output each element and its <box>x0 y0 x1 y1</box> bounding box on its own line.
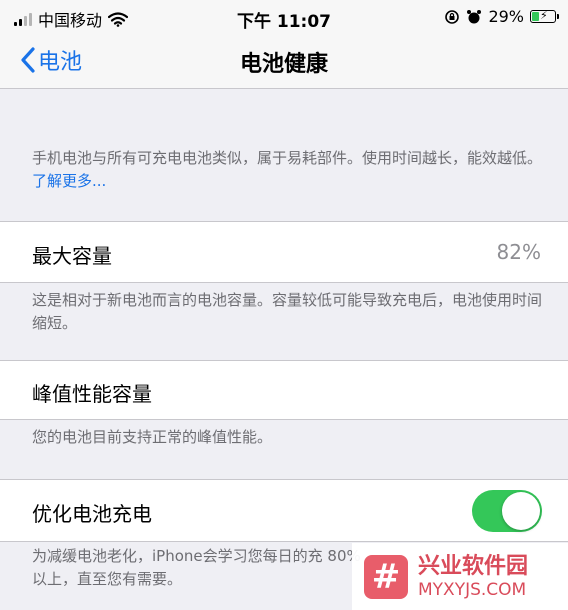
intro-footnote: 手机电池与所有可充电电池类似，属于易耗部件。使用时间越长，能效越低。了解更多..… <box>32 147 542 193</box>
watermark-url: MYXYJS.COM <box>418 579 527 600</box>
learn-more-link[interactable]: 了解更多... <box>32 172 106 190</box>
status-bar: 中国移动 下午 11:07 29% ⚡ <box>0 0 568 34</box>
optimized-charging-footnote: 为减缓电池老化，iPhone会学习您每日的充 80%以上，直至您有需要。 <box>32 547 361 588</box>
battery-charging-icon: ⚡ <box>530 9 559 23</box>
site-watermark: # 兴业软件园 MYXYJS.COM <box>352 543 568 610</box>
max-capacity-row: 最大容量 82% <box>0 221 568 283</box>
max-capacity-value: 82% <box>496 240 541 264</box>
intro-text: 手机电池与所有可充电电池类似，属于易耗部件。使用时间越长，能效越低。 <box>32 149 543 167</box>
peak-performance-label: 峰值性能容量 <box>32 382 152 406</box>
max-capacity-footnote: 这是相对于新电池而言的电池容量。容量较低可能导致充电后，电池使用时间缩短。 <box>32 291 543 332</box>
optimized-charging-toggle[interactable] <box>472 490 542 532</box>
watermark-name: 兴业软件园 <box>418 553 529 579</box>
toggle-knob <box>502 492 540 530</box>
peak-performance-footnote: 您的电池目前支持正常的峰值性能。 <box>32 428 273 446</box>
watermark-logo: # <box>364 554 408 599</box>
status-right: 29% ⚡ <box>444 7 559 26</box>
battery-percent: 29% <box>488 7 524 26</box>
max-capacity-label: 最大容量 <box>32 244 112 268</box>
watermark-text: 兴业软件园 MYXYJS.COM <box>418 554 528 600</box>
navigation-bar: 电池 电池健康 <box>0 34 568 89</box>
optimized-charging-label: 优化电池充电 <box>32 502 152 526</box>
orientation-lock-icon <box>445 9 460 24</box>
optimized-charging-row: 优化电池充电 <box>0 479 568 542</box>
alarm-icon <box>467 9 482 23</box>
page-title: 电池健康 <box>239 52 328 77</box>
peak-performance-row: 峰值性能容量 <box>0 360 568 420</box>
